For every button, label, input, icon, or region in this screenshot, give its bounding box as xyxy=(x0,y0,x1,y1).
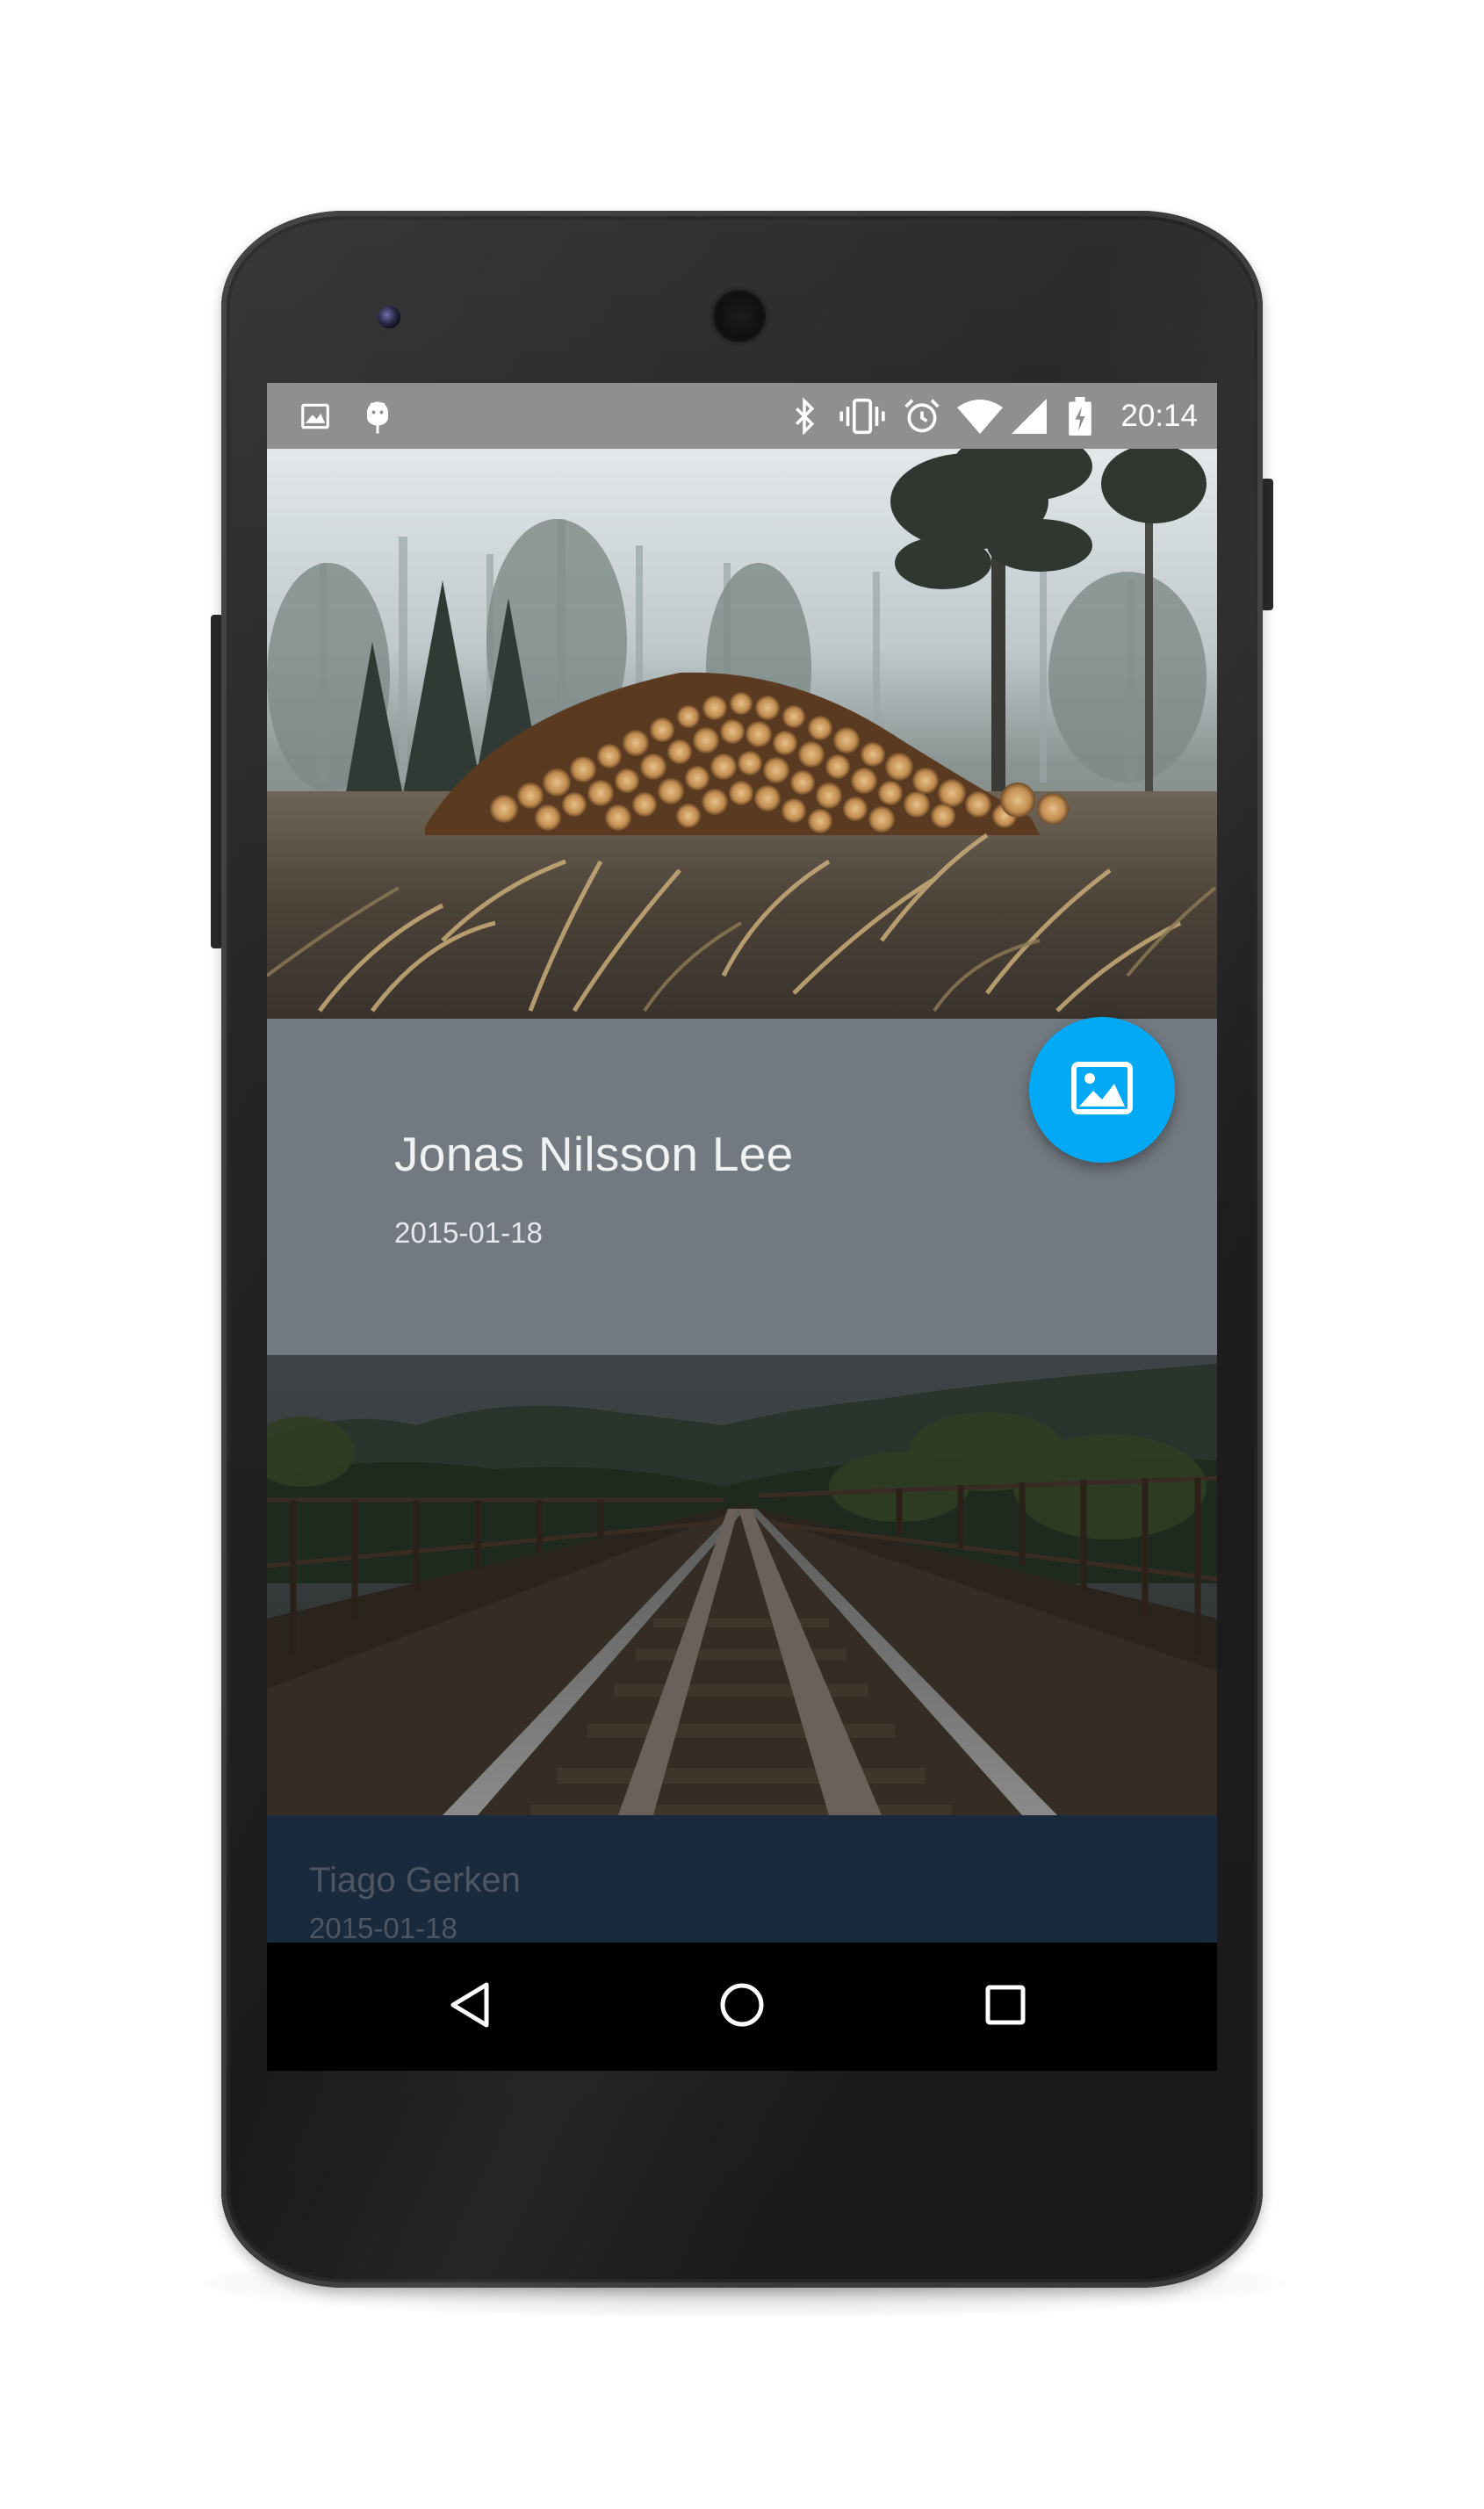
device-mockup: 20:14 Jonas Nilsson Lee 2015-01-18 Tiago… xyxy=(0,0,1484,2509)
cellular-signal-icon xyxy=(1012,383,1047,449)
image-icon xyxy=(1070,1061,1134,1120)
home-icon xyxy=(717,1980,767,2034)
recents-icon xyxy=(983,1983,1027,2031)
bluetooth-icon xyxy=(792,383,817,449)
device-screen: 20:14 Jonas Nilsson Lee 2015-01-18 Tiago… xyxy=(267,383,1217,2071)
status-bar: 20:14 xyxy=(267,383,1217,449)
status-time: 20:14 xyxy=(1120,399,1198,433)
card-info-tiago[interactable]: Tiago Gerken 2015-01-18 xyxy=(267,1815,1217,1943)
back-icon xyxy=(446,1980,493,2034)
card-image-forest[interactable] xyxy=(267,449,1217,1019)
back-button[interactable] xyxy=(408,1943,531,2071)
android-debug-icon xyxy=(362,383,393,449)
front-camera xyxy=(378,306,400,328)
card-title: Jonas Nilsson Lee xyxy=(394,1127,794,1181)
fab-image-button[interactable] xyxy=(1029,1017,1175,1163)
power-button xyxy=(1261,479,1273,610)
card-list[interactable]: Jonas Nilsson Lee 2015-01-18 Tiago Gerke… xyxy=(267,449,1217,1943)
card-title: Tiago Gerken xyxy=(309,1861,521,1900)
home-button[interactable] xyxy=(681,1943,803,2071)
card-date: 2015-01-18 xyxy=(394,1216,543,1249)
wifi-icon xyxy=(957,383,1003,449)
card-image-railway[interactable] xyxy=(267,1355,1217,1815)
recents-button[interactable] xyxy=(944,1943,1067,2071)
light-sensor xyxy=(1103,309,1115,321)
alarm-icon xyxy=(903,383,941,449)
battery-charging-icon xyxy=(1068,383,1092,449)
vibrate-icon xyxy=(838,383,887,449)
navigation-bar xyxy=(267,1943,1217,2071)
card-date: 2015-01-18 xyxy=(309,1912,457,1943)
image-notification-icon xyxy=(299,383,332,449)
earpiece-speaker xyxy=(713,290,766,342)
proximity-sensor xyxy=(1065,309,1077,321)
